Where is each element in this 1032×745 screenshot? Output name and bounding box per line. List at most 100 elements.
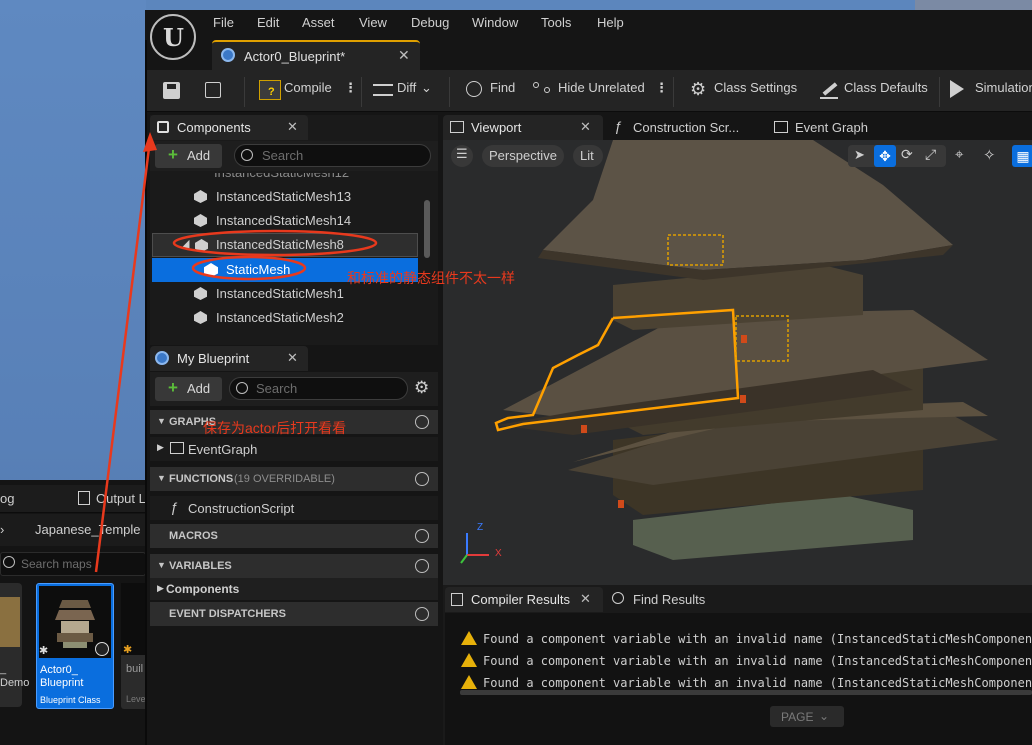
- perspective-button[interactable]: Perspective: [482, 145, 564, 167]
- components-scrollbar[interactable]: [424, 200, 430, 258]
- menu-asset[interactable]: Asset: [302, 15, 335, 30]
- asset-tile-actor-blueprint[interactable]: ✱ Actor0_ Blueprint Blueprint Class: [36, 583, 114, 709]
- variables-components-group[interactable]: ▶ Components: [150, 578, 438, 600]
- tab-construction-script[interactable]: ƒ Construction Scr...: [606, 115, 766, 140]
- add-component-button[interactable]: + Add: [155, 144, 222, 168]
- gear-icon[interactable]: ⚙: [414, 378, 429, 398]
- close-tab-icon[interactable]: ✕: [287, 350, 298, 366]
- static-mesh-icon: [194, 311, 207, 324]
- toolbar-separator: [939, 77, 940, 107]
- find-button[interactable]: Find: [490, 80, 515, 95]
- tab-find-results[interactable]: Find Results: [608, 587, 738, 612]
- menu-view[interactable]: View: [359, 15, 387, 30]
- menu-tools[interactable]: Tools: [541, 15, 571, 30]
- chevron-down-icon[interactable]: ⌄: [421, 80, 432, 96]
- compiler-message[interactable]: Found a component variable with an inval…: [483, 654, 1032, 668]
- class-settings-button[interactable]: Class Settings: [714, 80, 797, 95]
- chevron-down-icon[interactable]: ◢: [181, 237, 189, 250]
- lit-button[interactable]: Lit: [573, 145, 603, 167]
- tree-row[interactable]: InstancedStaticMesh14: [152, 209, 418, 233]
- compile-options-icon[interactable]: ⋮: [344, 80, 357, 96]
- compiler-message[interactable]: Found a component variable with an inval…: [483, 632, 1032, 646]
- event-graph-item[interactable]: ▶ EventGraph: [150, 437, 438, 461]
- grid-snap-icon[interactable]: ▦: [1012, 145, 1032, 167]
- horizontal-scrollbar[interactable]: [460, 690, 1032, 695]
- menu-debug[interactable]: Debug: [411, 15, 449, 30]
- favorite-star-icon: ✱: [39, 645, 49, 657]
- add-function-icon[interactable]: [415, 472, 429, 486]
- menu-file[interactable]: File: [213, 15, 234, 30]
- compiler-message[interactable]: Found a component variable with an inval…: [483, 676, 1032, 690]
- hide-unrelated-button[interactable]: Hide Unrelated: [558, 80, 645, 95]
- viewport[interactable]: Z X: [443, 140, 1032, 585]
- category-variables[interactable]: ▼ VARIABLES: [150, 554, 438, 578]
- save-icon[interactable]: [163, 82, 180, 99]
- tab-event-graph[interactable]: Event Graph: [768, 115, 908, 140]
- tab-viewport[interactable]: Viewport ✕: [443, 115, 603, 140]
- transform-tools: ➤ ✥ ⟳ ⤢: [848, 145, 946, 167]
- asset-tile-level[interactable]: ✱ buil Leve: [121, 583, 146, 709]
- select-tool-icon[interactable]: ➤: [854, 147, 865, 163]
- category-functions[interactable]: ▼ FUNCTIONS (19 OVERRIDABLE): [150, 467, 438, 491]
- tree-row[interactable]: InstancedStaticMesh2: [152, 306, 418, 330]
- category-macros-label: MACROS: [169, 530, 218, 542]
- static-mesh-icon: [194, 287, 207, 300]
- tree-item-label: InstancedStaticMesh2: [216, 310, 344, 325]
- compile-button[interactable]: Compile: [284, 80, 332, 95]
- page-button[interactable]: PAGE ⌄: [770, 706, 844, 727]
- tab-output-log[interactable]: Output L: [96, 491, 146, 506]
- class-defaults-button[interactable]: Class Defaults: [844, 80, 928, 95]
- asset-search-input[interactable]: Search maps: [0, 552, 146, 576]
- add-event-dispatcher-icon[interactable]: [415, 607, 429, 621]
- category-event-dispatchers[interactable]: EVENT DISPATCHERS: [150, 602, 438, 626]
- components-search-input[interactable]: Search: [234, 144, 431, 167]
- breadcrumb-folder[interactable]: Japanese_Temple: [35, 522, 141, 537]
- temple-model-render: [494, 140, 998, 560]
- chevron-down-icon: ▼: [157, 473, 166, 483]
- add-variable-icon[interactable]: [415, 559, 429, 573]
- menu-help[interactable]: Help: [597, 15, 624, 30]
- chevron-right-icon[interactable]: ▶: [157, 442, 164, 453]
- tab-compiler-results[interactable]: Compiler Results ✕: [445, 587, 603, 612]
- tree-row-expanded[interactable]: ◢ InstancedStaticMesh8: [152, 233, 418, 257]
- components-group-label: Components: [166, 582, 240, 596]
- close-tab-icon[interactable]: ✕: [398, 47, 410, 64]
- close-tab-icon[interactable]: ✕: [287, 119, 298, 135]
- more-options-icon[interactable]: ⋮: [655, 80, 668, 96]
- document-tab[interactable]: Actor0_Blueprint* ✕: [212, 40, 420, 70]
- simulation-button[interactable]: Simulation: [975, 80, 1032, 95]
- compile-status-icon[interactable]: ?: [259, 80, 281, 100]
- world-local-icon[interactable]: ⌖: [955, 146, 963, 163]
- move-tool-icon[interactable]: ✥: [874, 145, 896, 167]
- tab-log-partial[interactable]: og: [0, 491, 14, 506]
- asset-name-line1: buil: [126, 663, 144, 675]
- construction-script-item[interactable]: ƒ ConstructionScript: [150, 496, 438, 520]
- close-tab-icon[interactable]: ✕: [580, 119, 591, 135]
- unreal-logo-icon[interactable]: U: [150, 14, 196, 60]
- find-icon: [466, 81, 482, 97]
- surface-snap-icon[interactable]: ✧: [983, 146, 996, 164]
- output-log-icon: [78, 491, 90, 505]
- tree-row[interactable]: InstancedStaticMesh13: [152, 185, 418, 209]
- my-blueprint-tab[interactable]: My Blueprint ✕: [150, 346, 308, 371]
- toolbar-separator: [361, 77, 362, 107]
- tree-item-label: InstancedStaticMesh13: [216, 189, 352, 204]
- browse-icon[interactable]: [205, 82, 221, 98]
- add-member-button[interactable]: + Add: [155, 377, 222, 401]
- category-macros[interactable]: MACROS: [150, 524, 438, 548]
- chevron-right-icon[interactable]: ▶: [157, 583, 164, 594]
- components-tab[interactable]: Components ✕: [150, 115, 308, 140]
- menu-edit[interactable]: Edit: [257, 15, 279, 30]
- asset-tile-demo[interactable]: _ Demo: [0, 583, 29, 707]
- toolbar-separator: [673, 77, 674, 107]
- my-blueprint-search-input[interactable]: Search: [229, 377, 408, 400]
- diff-button[interactable]: Diff: [397, 80, 416, 95]
- viewport-options-button[interactable]: ☰: [451, 145, 473, 167]
- scale-tool-icon[interactable]: ⤢: [925, 146, 936, 163]
- add-macro-icon[interactable]: [415, 529, 429, 543]
- asset-name-line2: Demo: [0, 677, 30, 689]
- menu-window[interactable]: Window: [472, 15, 518, 30]
- close-tab-icon[interactable]: ✕: [580, 591, 591, 607]
- rotate-tool-icon[interactable]: ⟳: [901, 146, 913, 163]
- add-graph-icon[interactable]: [415, 415, 429, 429]
